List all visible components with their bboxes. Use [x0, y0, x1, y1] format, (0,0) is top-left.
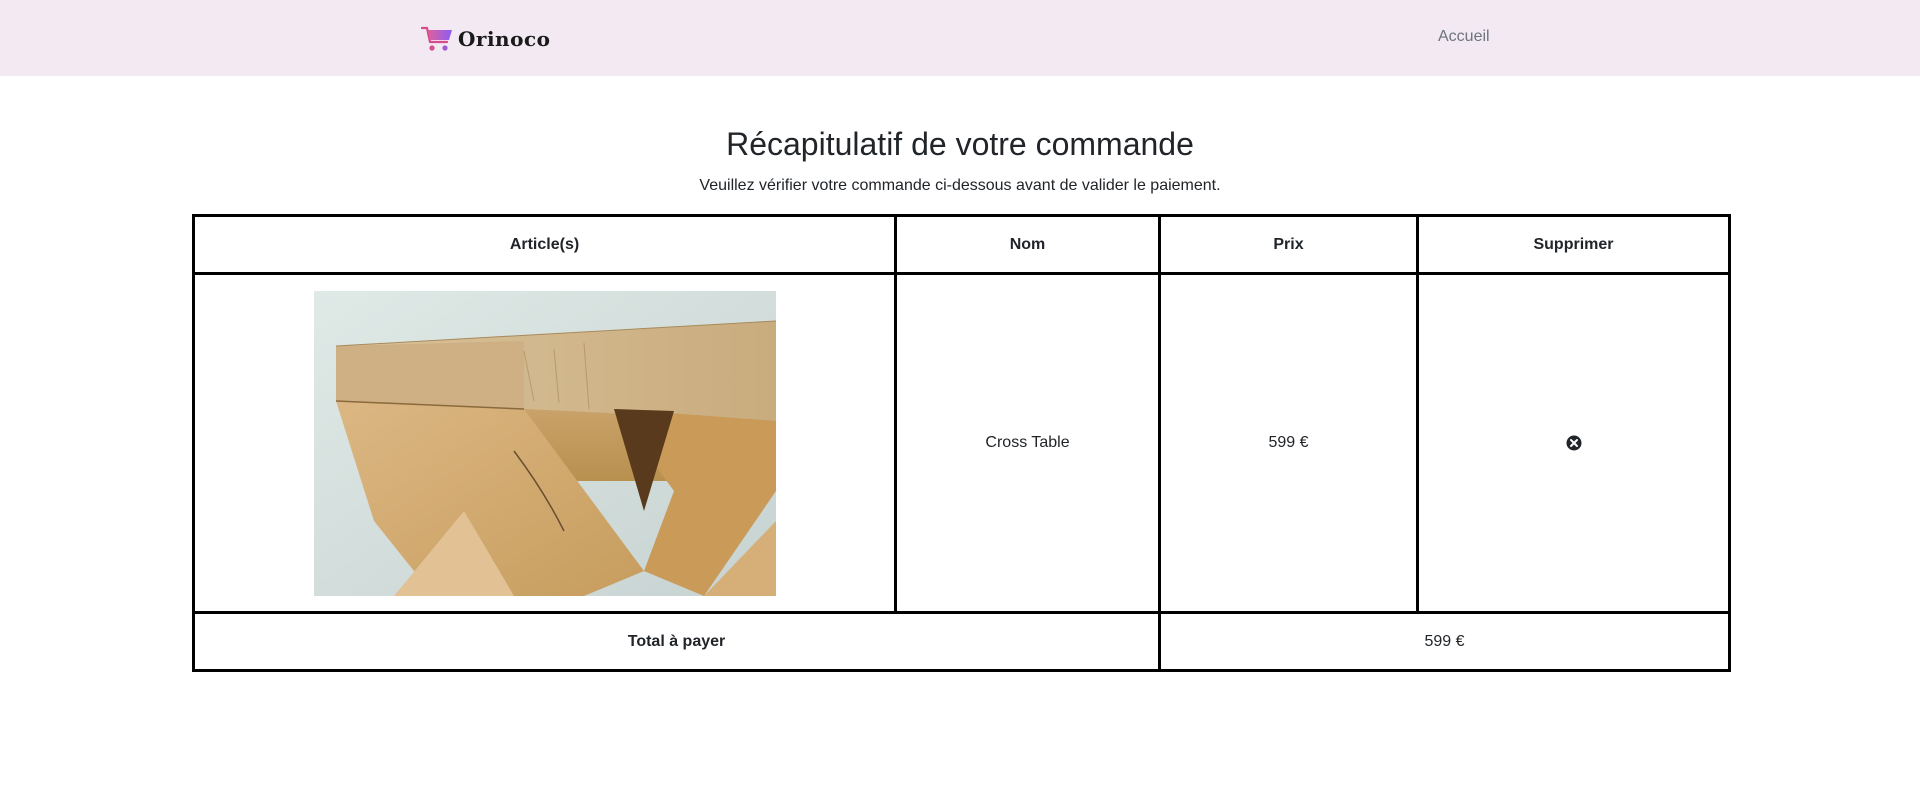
brand-name: Orinoco: [458, 27, 551, 51]
header-supprimer: Supprimer: [1416, 214, 1731, 275]
total-row: Total à payer 599 €: [192, 611, 1731, 672]
cell-article: [192, 272, 897, 614]
table-header-row: Article(s) Nom Prix Supprimer: [192, 214, 1731, 275]
cell-name: Cross Table: [894, 272, 1161, 614]
times-circle-icon: [1566, 435, 1581, 451]
header-nom: Nom: [894, 214, 1161, 275]
order-table: Article(s) Nom Prix Supprimer Cross Tabl…: [192, 214, 1731, 672]
page-subtitle: Veuillez vérifier votre commande ci-dess…: [699, 177, 1221, 194]
total-label: Total à payer: [192, 611, 1161, 672]
header-articles: Article(s): [192, 214, 897, 275]
header-prix: Prix: [1158, 214, 1419, 275]
shopping-cart-icon: [421, 26, 452, 51]
product-image: [313, 290, 776, 596]
cell-price: 599 €: [1158, 272, 1419, 614]
remove-item-button[interactable]: [1566, 435, 1582, 451]
nav-link-accueil[interactable]: Accueil: [1438, 28, 1490, 46]
total-value: 599 €: [1158, 611, 1731, 672]
page-title: Récapitulatif de votre commande: [726, 126, 1194, 162]
table-row: Cross Table 599 €: [192, 272, 1731, 614]
cell-remove: [1416, 272, 1731, 614]
navbar: Orinoco Accueil: [0, 0, 1920, 76]
brand-logo-link[interactable]: Orinoco: [421, 25, 550, 53]
